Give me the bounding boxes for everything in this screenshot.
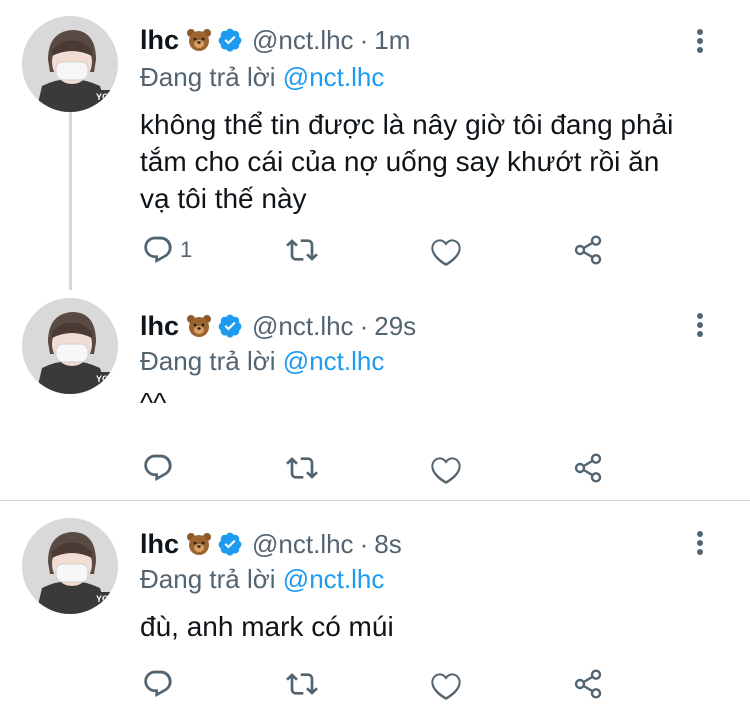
- replying-label: Đang trả lời: [140, 62, 276, 92]
- replying-label: Đang trả lời: [140, 564, 276, 594]
- user-handle[interactable]: @nct.lhc: [252, 25, 354, 56]
- bear-emoji-icon: [187, 315, 212, 337]
- share-icon: [574, 669, 602, 699]
- retweet-icon: [286, 673, 318, 695]
- separator-dot: ·: [359, 310, 369, 341]
- tweet-text-line: vạ tôi thế này: [140, 183, 307, 214]
- tweet-text-line: đù, anh mark có múi: [140, 611, 394, 642]
- heart-icon: [431, 673, 461, 700]
- tweet-text-line: không thể tin được là nây giờ tôi đang p…: [140, 109, 674, 140]
- share-icon: [574, 453, 602, 483]
- avatar[interactable]: YO: [22, 16, 118, 112]
- retweet-button[interactable]: [286, 232, 318, 268]
- mention-link[interactable]: @nct.lhc: [283, 564, 385, 594]
- heart-icon: [431, 457, 461, 484]
- avatar[interactable]: YO: [22, 298, 118, 394]
- verified-badge-icon: [218, 314, 242, 338]
- reply-count: 1: [180, 237, 193, 262]
- replying-label: Đang trả lời: [140, 346, 276, 376]
- bear-emoji-icon: [187, 533, 212, 555]
- display-name[interactable]: lhc: [140, 529, 179, 560]
- more-vertical-icon[interactable]: [692, 528, 708, 558]
- separator-dot: ·: [359, 528, 369, 559]
- timestamp[interactable]: 1m: [374, 25, 410, 56]
- tweet-header: lhc @nct.lhc · 29s: [140, 306, 416, 346]
- reply-button[interactable]: 1: [142, 232, 192, 268]
- retweet-button[interactable]: [286, 450, 318, 486]
- like-button[interactable]: [430, 232, 462, 268]
- like-button[interactable]: [430, 666, 462, 702]
- reply-button[interactable]: [142, 450, 180, 486]
- bear-emoji-icon: [187, 29, 212, 51]
- tweet-text: đù, anh mark có múi: [140, 608, 720, 645]
- share-button[interactable]: [572, 232, 604, 268]
- tweet-header: lhc @nct.lhc · 1m: [140, 20, 410, 60]
- display-name[interactable]: lhc: [140, 311, 179, 342]
- share-button[interactable]: [572, 450, 604, 486]
- action-bar: [140, 450, 620, 486]
- reply-icon: [144, 236, 172, 263]
- tweet-header: lhc @nct.lhc · 8s: [140, 524, 402, 564]
- like-button[interactable]: [430, 450, 462, 486]
- share-button[interactable]: [572, 666, 604, 702]
- replying-to: Đang trả lời @nct.lhc: [140, 564, 384, 595]
- thread-connector-line: [69, 112, 72, 290]
- tweet-text-line: ^^: [140, 387, 167, 418]
- tweet-text: ^^: [140, 384, 720, 421]
- share-icon: [574, 235, 602, 265]
- user-handle[interactable]: @nct.lhc: [252, 311, 354, 342]
- retweet-icon: [286, 239, 318, 261]
- tweet-text: không thể tin được là nây giờ tôi đang p…: [140, 106, 720, 217]
- timestamp[interactable]: 8s: [374, 529, 401, 560]
- user-handle[interactable]: @nct.lhc: [252, 529, 354, 560]
- reply-icon: [144, 454, 172, 481]
- action-bar: [140, 666, 620, 702]
- avatar[interactable]: YO: [22, 518, 118, 614]
- timestamp[interactable]: 29s: [374, 311, 416, 342]
- replying-to: Đang trả lời @nct.lhc: [140, 62, 384, 93]
- replying-to: Đang trả lời @nct.lhc: [140, 346, 384, 377]
- reply-button[interactable]: [142, 666, 180, 702]
- separator-dot: ·: [359, 24, 369, 55]
- display-name[interactable]: lhc: [140, 25, 179, 56]
- reply-icon: [144, 670, 172, 697]
- mention-link[interactable]: @nct.lhc: [283, 62, 385, 92]
- verified-badge-icon: [218, 532, 242, 556]
- more-vertical-icon[interactable]: [692, 26, 708, 56]
- more-vertical-icon[interactable]: [692, 310, 708, 340]
- retweet-icon: [286, 457, 318, 479]
- action-bar: 1: [140, 232, 620, 268]
- heart-icon: [431, 239, 461, 266]
- verified-badge-icon: [218, 28, 242, 52]
- retweet-button[interactable]: [286, 666, 318, 702]
- mention-link[interactable]: @nct.lhc: [283, 346, 385, 376]
- tweet-text-line: tắm cho cái của nợ uống say khướt rồi ăn: [140, 146, 660, 177]
